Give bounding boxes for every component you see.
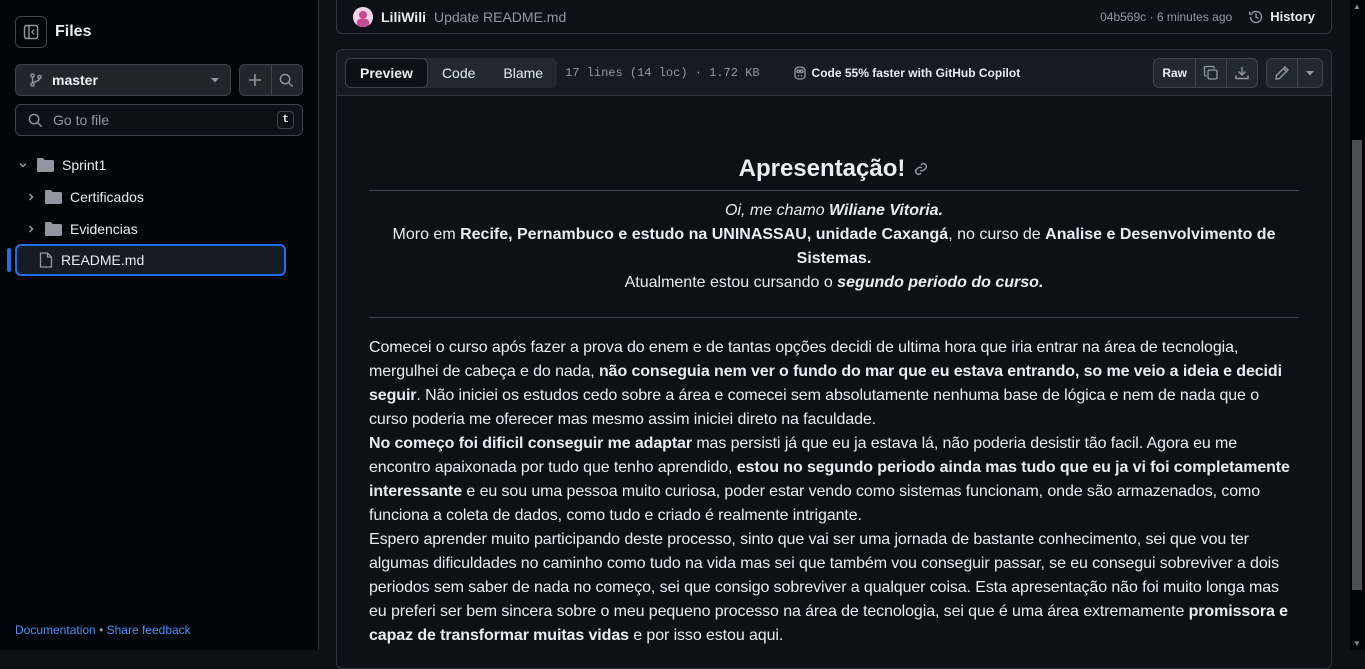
sidebar-header: Files xyxy=(15,16,91,48)
edit-actions xyxy=(1266,57,1323,88)
body-text: Espero aprender muito participando deste… xyxy=(369,531,1279,620)
search-code-button[interactable] xyxy=(270,65,303,95)
body-emphasis: No começo foi dificil conseguir me adapt… xyxy=(369,435,692,452)
file-header: Preview Code Blame 17 lines (14 loc) · 1… xyxy=(337,50,1331,96)
download-icon xyxy=(1235,66,1249,79)
intro-text: , no curso de xyxy=(948,226,1046,243)
edit-file-button[interactable] xyxy=(1267,59,1297,87)
keyboard-shortcut-hint: t xyxy=(277,111,294,129)
latest-commit-bar: LiliWili Update README.md 04b569c · 6 mi… xyxy=(336,0,1332,34)
commit-message[interactable]: Update README.md xyxy=(434,9,566,25)
chevron-down-icon xyxy=(15,160,31,170)
tab-code[interactable]: Code xyxy=(428,58,489,88)
scroll-down-arrow[interactable]: ▼ xyxy=(1352,639,1362,648)
footer-separator: • xyxy=(99,623,104,637)
copilot-text: Code 55% faster with GitHub Copilot xyxy=(811,65,1021,80)
heading-text: Apresentação! xyxy=(738,155,906,182)
tree-item-label: README.md xyxy=(61,252,145,268)
sidebar-title: Files xyxy=(55,23,92,40)
file-icon xyxy=(39,252,53,268)
tab-preview[interactable]: Preview xyxy=(345,57,428,88)
plus-icon xyxy=(249,74,262,86)
raw-actions: Raw xyxy=(1153,57,1258,88)
sidebar-collapse-icon xyxy=(23,24,39,40)
file-tree-sidebar: Files master t Sprint1 Certificados Evid… xyxy=(0,0,319,650)
intro-text: Moro em xyxy=(392,226,461,243)
file-viewer: Preview Code Blame 17 lines (14 loc) · 1… xyxy=(336,49,1332,669)
body-text: e eu sou uma pessoa muito curiosa, poder… xyxy=(369,483,1261,524)
intro-text: Oi, me chamo xyxy=(725,202,830,219)
avatar[interactable] xyxy=(353,6,373,27)
share-feedback-link[interactable]: Share feedback xyxy=(107,623,191,637)
anchor-link-button[interactable] xyxy=(913,155,929,185)
readme-body: Comecei o curso após fazer a prova do en… xyxy=(369,336,1299,648)
intro-period: segundo periodo do curso. xyxy=(837,274,1044,291)
tree-item-label: Sprint1 xyxy=(62,157,107,173)
chevron-right-icon xyxy=(23,224,39,234)
search-icon xyxy=(279,73,294,87)
intro-line-3: Atualmente estou cursando o segundo peri… xyxy=(369,271,1299,295)
edit-dropdown-button[interactable] xyxy=(1297,58,1322,87)
scroll-up-arrow[interactable]: ▲ xyxy=(1352,2,1362,11)
branch-name: master xyxy=(52,72,98,88)
tree-item-sprint1[interactable]: Sprint1 xyxy=(15,149,106,181)
folder-icon xyxy=(45,222,62,236)
documentation-link[interactable]: Documentation xyxy=(15,623,96,637)
intro-location: Recife, Pernambuco e estudo na UNINASSAU… xyxy=(460,226,949,243)
copy-icon xyxy=(1203,65,1218,80)
body-text: e por isso estou aqui. xyxy=(628,627,784,644)
file-stats: 17 lines (14 loc) · 1.72 KB xyxy=(565,65,760,80)
view-mode-tabs: Preview Code Blame xyxy=(345,57,558,88)
pencil-icon xyxy=(1275,65,1289,80)
copy-raw-button[interactable] xyxy=(1195,58,1226,87)
history-icon xyxy=(1249,10,1263,23)
branch-selector[interactable]: master xyxy=(15,64,231,96)
go-to-file-input[interactable] xyxy=(51,111,278,129)
intro-block: Oi, me chamo Wiliane Vitoria. Moro em Re… xyxy=(369,199,1299,295)
intro-text: Atualmente estou cursando o xyxy=(624,274,838,291)
commit-author[interactable]: LiliWili xyxy=(381,9,426,25)
tree-item-readme[interactable]: README.md xyxy=(15,244,286,276)
body-text: . Não iniciei os estudos cedo sobre a ár… xyxy=(369,387,1259,428)
commit-meta[interactable]: 04b569c · 6 minutes ago xyxy=(1100,10,1232,24)
page-scrollbar[interactable]: ▲ ▼ xyxy=(1350,0,1365,650)
tab-blame[interactable]: Blame xyxy=(489,58,557,88)
chevron-right-icon xyxy=(23,192,39,202)
copilot-icon xyxy=(793,65,806,80)
divider xyxy=(369,317,1299,318)
tree-item-certificados[interactable]: Certificados xyxy=(23,181,144,213)
readme-heading: Apresentação! xyxy=(369,154,1299,191)
intro-line-1: Oi, me chamo Wiliane Vitoria. xyxy=(369,199,1299,223)
sidebar-actions xyxy=(239,64,303,96)
scrollbar-thumb[interactable] xyxy=(1352,140,1362,590)
tree-item-label: Certificados xyxy=(70,189,144,205)
copilot-promo[interactable]: Code 55% faster with GitHub Copilot xyxy=(792,65,1021,81)
add-file-button[interactable] xyxy=(240,65,271,95)
link-icon xyxy=(915,162,928,175)
history-button[interactable]: History xyxy=(1248,9,1315,25)
active-item-indicator xyxy=(7,248,11,272)
caret-down-icon xyxy=(1306,70,1314,75)
user-avatar-icon xyxy=(353,6,373,27)
collapse-sidebar-button[interactable] xyxy=(15,16,47,48)
raw-button[interactable]: Raw xyxy=(1154,59,1195,87)
caret-down-icon xyxy=(211,78,219,83)
sidebar-footer: Documentation • Share feedback xyxy=(15,623,191,637)
search-icon xyxy=(28,113,43,127)
readme-article: Apresentação! Oi, me chamo Wiliane Vitor… xyxy=(369,154,1299,648)
history-label: History xyxy=(1270,9,1315,24)
intro-line-2: Moro em Recife, Pernambuco e estudo na U… xyxy=(369,223,1299,271)
file-actions: Raw xyxy=(1153,57,1323,88)
tree-item-evidencias[interactable]: Evidencias xyxy=(23,213,138,245)
folder-icon xyxy=(45,190,62,204)
go-to-file-field[interactable]: t xyxy=(15,104,303,136)
download-button[interactable] xyxy=(1226,58,1257,87)
intro-name: Wiliane Vitoria. xyxy=(829,202,943,219)
git-branch-icon xyxy=(30,73,42,87)
folder-open-icon xyxy=(37,158,54,172)
tree-item-label: Evidencias xyxy=(70,221,138,237)
